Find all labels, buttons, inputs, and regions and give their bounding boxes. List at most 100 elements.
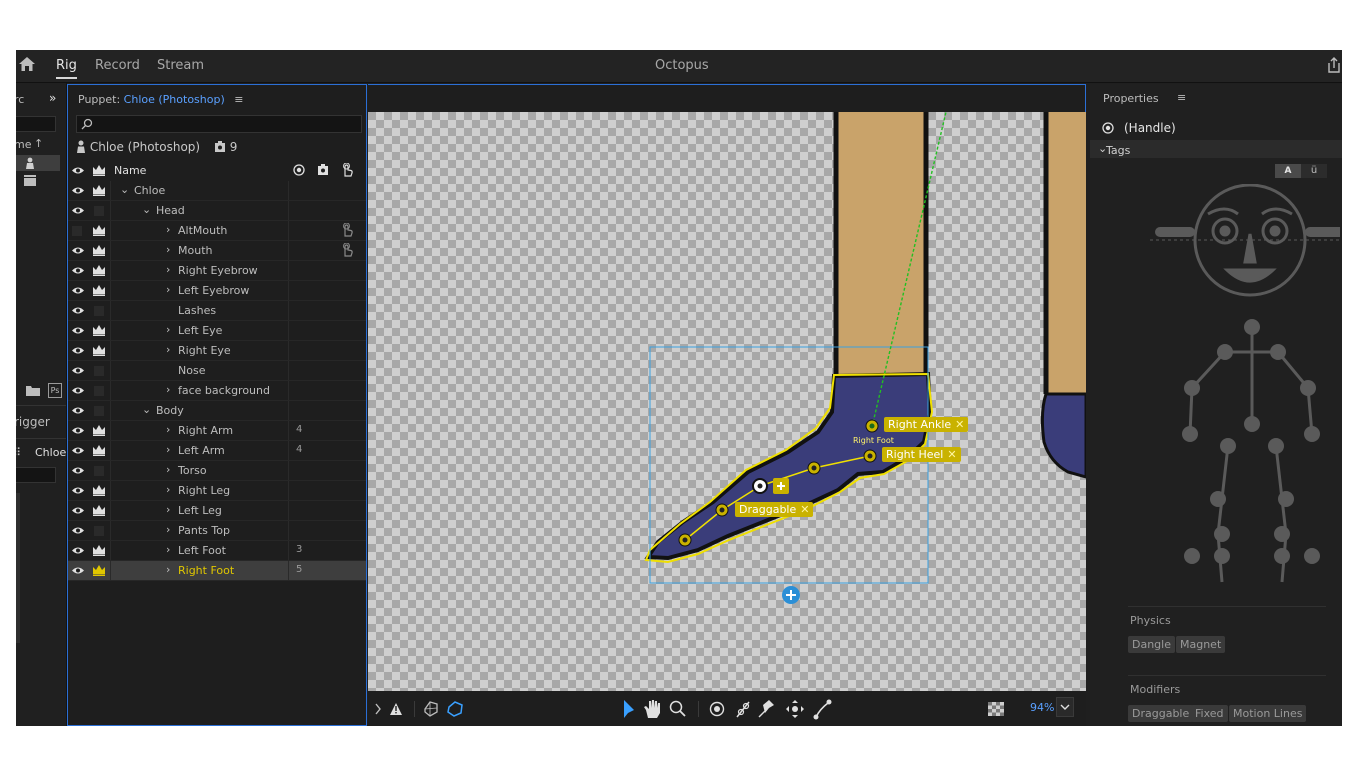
selected-puppet-item[interactable] (16, 155, 60, 171)
independent-toggle[interactable] (94, 366, 104, 376)
independent-crown-icon[interactable] (92, 444, 106, 459)
independent-crown-icon[interactable] (92, 504, 106, 519)
text-view-button[interactable]: A (1275, 164, 1301, 178)
visibility-eye-icon[interactable] (72, 365, 84, 378)
panel-menu-icon[interactable]: ≡ (234, 93, 243, 106)
layer-row[interactable]: › Right Leg (68, 481, 366, 501)
remove-tag-icon[interactable]: ✕ (955, 418, 964, 431)
bone-tool-icon[interactable] (813, 699, 832, 720)
chevron-right-icon[interactable]: › (166, 343, 170, 356)
select-tool-icon[interactable] (624, 700, 634, 718)
trigger-icon[interactable] (340, 242, 353, 260)
independent-crown-icon[interactable] (92, 284, 106, 299)
draggable-tag[interactable]: Draggable ✕ (735, 502, 814, 517)
chevron-right-icon[interactable]: › (166, 423, 170, 436)
warning-icon[interactable] (390, 703, 402, 715)
visibility-eye-icon[interactable] (72, 285, 84, 298)
layer-row[interactable]: ⌄ Body (68, 401, 366, 421)
panel-menu-icon[interactable]: ≡ (1177, 91, 1186, 104)
chevron-right-icon[interactable]: › (166, 483, 170, 496)
layer-row[interactable]: › Right Arm 4 (68, 421, 366, 441)
transparency-grid-icon[interactable] (988, 702, 1004, 716)
layer-row[interactable]: ⌄ Chloe (68, 181, 366, 201)
visibility-eye-icon[interactable] (72, 565, 84, 578)
right-ankle-tag[interactable]: Right Ankle ✕ (884, 417, 969, 432)
visibility-eye-icon[interactable] (72, 265, 84, 278)
tag-view-toggle[interactable]: A ü (1275, 164, 1327, 178)
rig-canvas[interactable]: Right Ankle ✕ Right Foot Right Heel ✕ Drag… (368, 112, 1086, 691)
layer-row[interactable]: Lashes (68, 301, 366, 321)
visibility-eye-icon[interactable] (72, 505, 84, 518)
layer-row[interactable]: › Right Eyebrow (68, 261, 366, 281)
chevron-down-icon[interactable]: ⌄ (142, 403, 151, 416)
chevron-right-icon[interactable]: › (166, 563, 170, 576)
visibility-toggle[interactable] (72, 226, 82, 236)
visibility-eye-icon[interactable] (72, 445, 84, 458)
layer-row[interactable]: › face background (68, 381, 366, 401)
tag-dangle[interactable]: Dangle (1128, 636, 1175, 653)
share-icon[interactable] (1326, 56, 1342, 77)
layer-row[interactable]: › Torso (68, 461, 366, 481)
visibility-eye-icon[interactable] (72, 545, 84, 558)
handle-tool-icon[interactable] (709, 701, 725, 717)
independent-crown-icon[interactable] (92, 264, 106, 279)
independent-crown-icon[interactable] (92, 424, 106, 439)
tags-section-header[interactable]: ⌄ Tags (1090, 140, 1342, 158)
puppet-name-link[interactable]: Chloe (Photoshop) (124, 93, 225, 106)
layer-row[interactable]: › Left Eyebrow (68, 281, 366, 301)
layer-row[interactable]: › Right Foot 5 (68, 561, 366, 581)
chevron-right-icon[interactable]: › (166, 263, 170, 276)
stick-tool-icon[interactable] (736, 701, 750, 718)
zoom-dropdown[interactable] (1056, 697, 1074, 717)
folder-icon[interactable] (26, 385, 40, 399)
visibility-eye-icon[interactable] (72, 325, 84, 338)
remove-tag-icon[interactable]: ✕ (800, 503, 809, 516)
remove-tag-icon[interactable]: ✕ (947, 448, 956, 461)
layer-row[interactable]: › Right Eye (68, 341, 366, 361)
layer-row[interactable]: › Mouth (68, 241, 366, 261)
independent-crown-icon[interactable] (92, 324, 106, 339)
scene-icon[interactable] (23, 174, 37, 189)
chevron-right-icon[interactable]: › (166, 543, 170, 556)
expand-toolbar-icon[interactable] (375, 703, 381, 715)
layer-row[interactable]: Nose (68, 361, 366, 381)
independent-toggle[interactable] (94, 466, 104, 476)
chevron-down-icon[interactable]: ⌄ (142, 203, 151, 216)
chevron-right-icon[interactable]: › (166, 223, 170, 236)
independent-crown-icon[interactable] (92, 544, 106, 559)
outline-icon[interactable] (447, 701, 463, 717)
tab-rig[interactable]: Rig (56, 58, 77, 79)
independent-toggle[interactable] (94, 386, 104, 396)
tab-stream[interactable]: Stream (157, 58, 204, 73)
chevron-right-icon[interactable]: › (166, 463, 170, 476)
layer-row[interactable]: ⌄ Head (68, 201, 366, 221)
chevron-right-icon[interactable]: › (166, 283, 170, 296)
visual-view-button[interactable]: ü (1301, 164, 1327, 178)
visibility-eye-icon[interactable] (72, 385, 84, 398)
name-column-header[interactable]: Name (114, 164, 146, 177)
name-column-header[interactable]: me (16, 138, 31, 151)
tag-draggable[interactable]: Draggable (1128, 705, 1194, 722)
independent-crown-icon[interactable] (92, 224, 106, 239)
independent-toggle[interactable] (94, 526, 104, 536)
visibility-eye-icon[interactable] (72, 205, 84, 218)
trigger-search-input[interactable] (16, 467, 56, 483)
independent-toggle[interactable] (94, 206, 104, 216)
chevron-right-icon[interactable]: › (166, 243, 170, 256)
independent-crown-icon[interactable] (92, 344, 106, 359)
independent-crown-icon[interactable] (92, 184, 106, 199)
hand-tool-icon[interactable] (644, 700, 660, 718)
photoshop-icon[interactable]: Ps (48, 383, 62, 398)
home-icon[interactable] (18, 56, 36, 75)
visibility-eye-icon[interactable] (72, 425, 84, 438)
visibility-eye-icon[interactable] (72, 305, 84, 318)
right-heel-tag[interactable]: Right Heel ✕ (882, 447, 961, 462)
chevron-right-icon[interactable]: › (166, 443, 170, 456)
layer-row[interactable]: › AltMouth (68, 221, 366, 241)
layer-row[interactable]: › Left Foot 3 (68, 541, 366, 561)
layer-row[interactable]: › Left Eye (68, 321, 366, 341)
visibility-eye-icon[interactable] (72, 245, 84, 258)
pin-tool-icon[interactable] (758, 700, 774, 718)
dragger-tool-icon[interactable] (786, 700, 804, 718)
layer-row[interactable]: › Left Arm 4 (68, 441, 366, 461)
